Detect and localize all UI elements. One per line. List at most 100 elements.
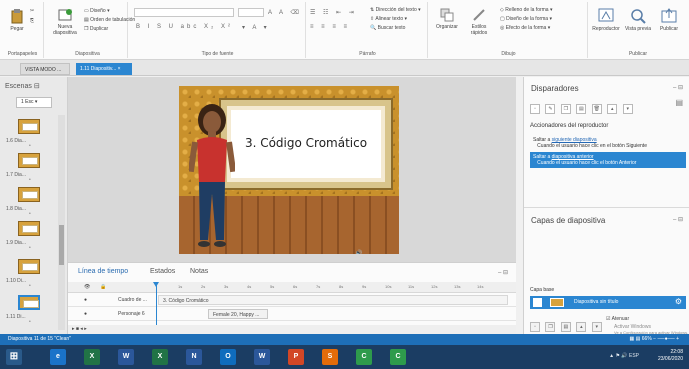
delete-trigger-icon[interactable]: 🗑 (591, 104, 602, 114)
align-buttons[interactable]: ≡ ≡ ≡ ≡ (310, 24, 350, 30)
duplicate-layer-icon[interactable]: ❐ (545, 322, 556, 332)
timeline-row[interactable]: ● Personaje 6 Female 20, Happy ... (68, 308, 516, 321)
layers-pin-icon[interactable]: – ⊟ (673, 216, 683, 223)
text-direction-button[interactable]: ⇅ Dirección del texto ▾ (370, 7, 421, 13)
font-size-grow-icon[interactable]: A A ⌫ (268, 9, 302, 16)
publish-icon (661, 8, 677, 23)
list-view-icon[interactable]: ▤ (675, 98, 683, 107)
slide-thumbnail[interactable] (18, 221, 40, 236)
edit-trigger-icon[interactable]: ✎ (545, 104, 556, 114)
gear-icon[interactable]: ⚙ (675, 297, 682, 306)
timeline-bar[interactable]: 3. Código Cromático (158, 295, 508, 305)
new-trigger-icon[interactable]: ▫ (530, 104, 540, 114)
excel2-app-icon[interactable]: X (152, 349, 168, 365)
layer-down-icon[interactable]: ▾ (591, 322, 602, 332)
slide-thumbnail-label: 1.9 Dia... (6, 240, 27, 246)
windows-start-icon[interactable]: ⊞ (6, 349, 22, 365)
slide-thumbnail[interactable] (18, 259, 40, 274)
outlook-app-icon[interactable]: O (220, 349, 236, 365)
copy-icon[interactable]: ⎘ (30, 18, 34, 24)
base-layer-row[interactable]: Diapositiva sin título ⚙ (530, 296, 686, 309)
quick-styles-button[interactable]: Estilos rápidos (464, 8, 494, 36)
lock-icon[interactable]: 🔒 (100, 284, 106, 290)
move-up-icon[interactable]: ▴ (607, 104, 618, 114)
font-color-icon[interactable]: ▾ A ▾ (242, 24, 270, 31)
move-down-icon[interactable]: ▾ (622, 104, 633, 114)
shape-outline-button[interactable]: ▢ Diseño de la forma ▾ (500, 16, 552, 22)
word2-app-icon[interactable]: W (254, 349, 270, 365)
tab-timeline[interactable]: Línea de tiempo (78, 268, 128, 275)
eye-icon[interactable]: 👁 (84, 284, 90, 290)
slide-thumbnail[interactable] (18, 119, 40, 134)
timeline-ruler[interactable]: 👁 🔒 1s 2s 3s 4s 5s 6s 7s 8s 9s 10s 11s 1… (68, 282, 516, 293)
edge-app-icon[interactable]: e (50, 349, 66, 365)
align-text-button[interactable]: ⇳ Alinear texto ▾ (370, 16, 407, 22)
slide-thumbnail-selected[interactable] (18, 295, 40, 310)
new-layer-icon[interactable]: ▫ (530, 322, 540, 332)
cut-icon[interactable]: ✂ (30, 8, 34, 14)
slide-title[interactable]: 3. Código Cromático (231, 136, 381, 150)
trigger-item-selected[interactable]: Saltar a diapositiva anterior Cuando el … (530, 152, 686, 168)
word-app-icon[interactable]: W (118, 349, 134, 365)
timeline-play-icon[interactable]: ▸ ■ ◂ ▸ (72, 326, 87, 332)
tab-states[interactable]: Estados (150, 268, 175, 275)
delete-layer-icon[interactable]: ▤ (560, 322, 571, 332)
dim-checkbox[interactable]: ☑ Atenuar (606, 316, 629, 322)
font-size-field[interactable] (238, 8, 264, 17)
zoom-control[interactable]: ▦ ▤ 66% − ──●── + (630, 336, 679, 342)
speaker-icon[interactable]: 🔊 (355, 250, 362, 254)
tab-slide[interactable]: 1.11 Diapositiv... × (76, 63, 132, 75)
font-group-label: Tipo de fuente (201, 51, 234, 57)
slide-thumbnail[interactable] (18, 153, 40, 168)
font-family-field[interactable] (134, 8, 234, 17)
onenote-app-icon[interactable]: N (186, 349, 202, 365)
publish-button[interactable]: Publicar (654, 8, 684, 32)
scene-select[interactable]: 1 Esc ▾ (16, 97, 52, 108)
copy-trigger-icon[interactable]: ❐ (560, 104, 571, 114)
pin-icon[interactable]: ⊟ (34, 83, 40, 90)
scene-select-value: 1 Esc (21, 99, 34, 105)
tab-order-button[interactable]: ▤ Orden de tabulación (84, 17, 135, 23)
text-frame-inner: 3. Código Cromático (231, 110, 381, 178)
design-button[interactable]: ▭ Diseño ▾ (84, 8, 110, 14)
layer-thumbnail (550, 298, 564, 307)
powerpoint-app-icon[interactable]: P (288, 349, 304, 365)
timeline-pin-icon[interactable]: – ⊟ (498, 269, 508, 276)
arrange-button[interactable]: Organizar (432, 8, 462, 30)
slide-thumbnail[interactable] (18, 187, 40, 202)
scrollbar-thumb[interactable] (59, 225, 64, 265)
visibility-dot-icon[interactable]: ● (84, 311, 87, 317)
close-icon[interactable]: × (118, 66, 121, 72)
taskbar-clock[interactable]: 22:08 23/06/2020 (658, 349, 683, 363)
app11-app-icon[interactable]: C (390, 349, 406, 365)
preview-button[interactable]: Vista previa (622, 8, 654, 32)
app9-app-icon[interactable]: S (322, 349, 338, 365)
layer-up-icon[interactable]: ▴ (576, 322, 587, 332)
paste-button[interactable]: Pegar (6, 8, 28, 32)
panel-pin-icon[interactable]: – ⊟ (673, 84, 683, 91)
tab-notes[interactable]: Notas (190, 268, 208, 275)
layer-visibility-checkbox[interactable] (533, 298, 542, 307)
scenes-scrollbar[interactable] (58, 115, 65, 330)
text-frame[interactable]: 3. Código Cromático (221, 100, 391, 188)
timeline-bar[interactable]: Female 20, Happy ... (208, 309, 268, 319)
new-slide-button[interactable]: Nueva diapositiva (50, 8, 80, 36)
shape-effect-button[interactable]: ◎ Efecto de la forma ▾ (500, 25, 550, 31)
list-buttons[interactable]: ☰ ☷ ⇤ ⇥ (310, 9, 357, 16)
duplicate-button[interactable]: ❐ Duplicar (84, 26, 108, 32)
character-illustration[interactable] (189, 102, 235, 252)
player-button[interactable]: Reproductor (590, 8, 622, 32)
slide-stage[interactable]: 3. Código Cromático 🔊 (179, 86, 399, 254)
tick-label: 5s (270, 284, 275, 289)
shape-fill-button[interactable]: ◇ Relleno de la forma ▾ (500, 7, 553, 13)
tab-story-view[interactable]: VISTA MODO ... (20, 63, 70, 75)
paste-trigger-icon[interactable]: ▤ (576, 104, 587, 114)
visibility-dot-icon[interactable]: ● (84, 297, 87, 303)
timeline-row[interactable]: ● Cuadro de ... 3. Código Cromático (68, 294, 516, 307)
find-text-button[interactable]: 🔍 Buscar texto (370, 25, 405, 31)
app10-app-icon[interactable]: C (356, 349, 372, 365)
format-buttons[interactable]: B I S U abc X₂ X² (136, 24, 233, 30)
system-tray-icons[interactable]: ▲ ⚑ 🔊 ESP (609, 353, 639, 359)
excel-app-icon[interactable]: X (84, 349, 100, 365)
trigger-item[interactable]: Saltar a siguiente diapositiva Cuando el… (530, 135, 686, 151)
